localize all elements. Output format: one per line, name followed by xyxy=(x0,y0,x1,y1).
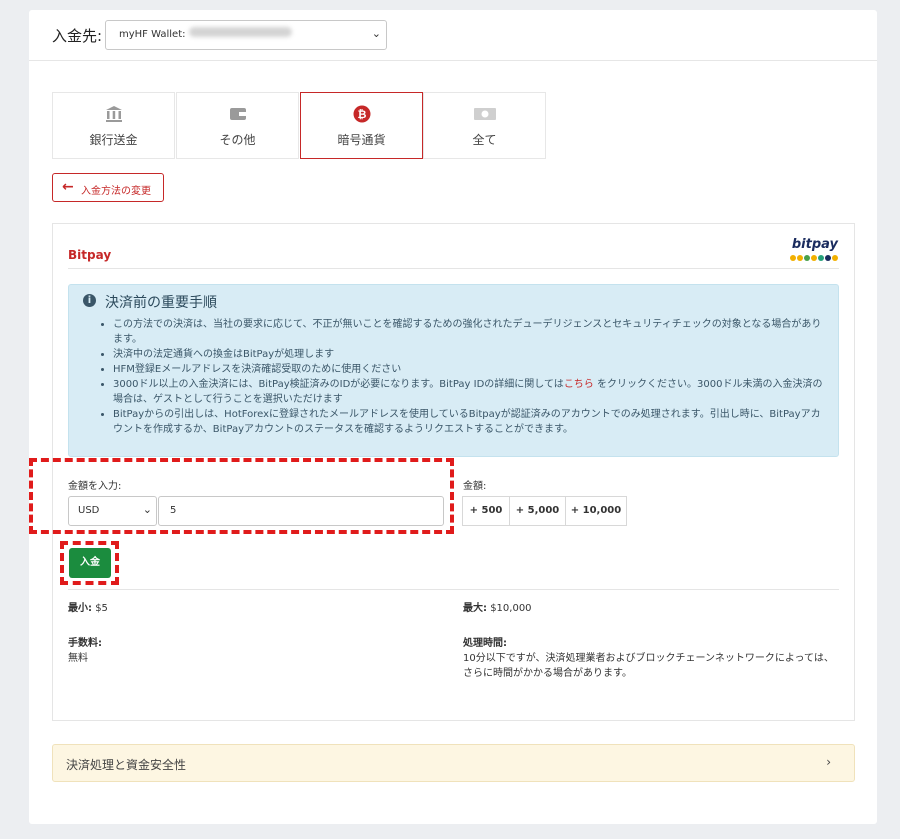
info-item: 3000ドル以上の入金決済には、BitPay検証済みのIDが必要になります。Bi… xyxy=(113,377,825,407)
bank-icon xyxy=(53,104,174,124)
accordion-label: 決済処理と資金安全性 xyxy=(66,758,187,772)
wallet-icon xyxy=(177,104,298,124)
panel-title: Bitpay xyxy=(68,248,112,262)
fee-label: 手数料: xyxy=(68,638,102,649)
info-item: 決済中の法定通貨への換金はBitPayが処理します xyxy=(113,347,825,362)
divider xyxy=(68,268,839,269)
top-bar: 入金先: myHF Wallet: ⌄ xyxy=(29,10,877,61)
min-label: 最小: xyxy=(68,603,92,614)
bitpay-logo: bitpay xyxy=(790,237,838,265)
info-item: BitPayからの引出しは、HotForexに登録されたメールアドレスを使用して… xyxy=(113,407,825,437)
info-item: HFM登録Eメールアドレスを決済確認受取のために使用ください xyxy=(113,362,825,377)
tab-label: 全て xyxy=(472,133,497,147)
bitcoin-icon: ₿ xyxy=(301,104,422,124)
max-amount: 最大: $10,000 xyxy=(463,601,532,616)
info-icon: i xyxy=(83,294,96,307)
wallet-select[interactable]: myHF Wallet: ⌄ xyxy=(105,20,387,50)
max-label: 最大: xyxy=(463,603,487,614)
tab-crypto[interactable]: ₿ 暗号通貨 xyxy=(300,92,423,159)
tab-label: 銀行送金 xyxy=(89,133,138,147)
min-amount: 最小: $5 xyxy=(68,601,108,616)
info-alert: i 決済前の重要手順 この方法での決済は、当社の要求に応じて、不正が無いことを確… xyxy=(68,284,839,457)
info-item: この方法での決済は、当社の要求に応じて、不正が無いことを確認するための強化された… xyxy=(113,317,825,347)
change-method-button[interactable]: ← 入金方法の変更 xyxy=(52,173,164,202)
deposit-card: 入金先: myHF Wallet: ⌄ 銀行送金 その他 ₿ 暗号通貨 全て ←… xyxy=(29,10,877,824)
chevron-down-icon: ⌄ xyxy=(371,27,381,40)
amount-label: 金額を入力: xyxy=(68,481,122,492)
currency-select[interactable]: USD ⌄ xyxy=(68,496,157,526)
add-500-button[interactable]: + 500 xyxy=(462,496,510,526)
coin-dots xyxy=(790,255,838,261)
time-value-line1: 10分以下ですが、決済処理業者およびブロックチェーンネットワークによっては、 xyxy=(463,653,834,664)
tab-label: 暗号通貨 xyxy=(337,133,386,147)
wallet-select-value: myHF Wallet: xyxy=(119,29,186,40)
tab-all[interactable]: 全て xyxy=(423,92,546,159)
divider xyxy=(68,589,839,590)
amount-input-value: 5 xyxy=(170,505,177,516)
tab-other[interactable]: その他 xyxy=(176,92,299,159)
time-value-line2: さらに時間がかかる場合があります。 xyxy=(463,668,632,679)
blurred-wallet-number xyxy=(189,27,292,37)
change-method-label: 入金方法の変更 xyxy=(81,186,151,197)
currency-value: USD xyxy=(78,505,100,516)
add-10000-button[interactable]: + 10,000 xyxy=(565,496,627,526)
bitpay-logo-text: bitpay xyxy=(791,237,838,252)
max-value: $10,000 xyxy=(490,603,532,614)
destination-label: 入金先: xyxy=(52,27,103,45)
processing-time: 処理時間: 10分以下ですが、決済処理業者およびブロックチェーンネットワークによっ… xyxy=(463,636,843,681)
chevron-down-icon: ⌄ xyxy=(142,503,152,516)
payment-security-accordion[interactable]: 決済処理と資金安全性 › xyxy=(52,744,855,782)
deposit-button[interactable]: 入金 xyxy=(69,548,111,578)
chevron-right-icon: › xyxy=(826,755,831,769)
svg-text:₿: ₿ xyxy=(357,108,366,121)
quick-amount-label: 金額: xyxy=(463,481,487,492)
fee-info: 手数料: 無料 xyxy=(68,636,102,666)
time-label: 処理時間: xyxy=(463,638,507,649)
info-item-text: 3000ドル以上の入金決済には、BitPay検証済みのIDが必要になります。Bi… xyxy=(113,379,564,390)
arrow-left-icon: ← xyxy=(62,179,74,195)
fee-value: 無料 xyxy=(68,653,88,664)
info-title: 決済前の重要手順 xyxy=(105,295,217,311)
amount-input[interactable]: 5 xyxy=(158,496,444,526)
tab-label: その他 xyxy=(219,133,256,147)
min-value: $5 xyxy=(95,603,108,614)
add-5000-button[interactable]: + 5,000 xyxy=(509,496,566,526)
tab-bank-transfer[interactable]: 銀行送金 xyxy=(52,92,175,159)
cash-icon xyxy=(424,104,545,124)
info-list: この方法での決済は、当社の要求に応じて、不正が無いことを確認するための強化された… xyxy=(113,317,825,437)
bitpay-id-link[interactable]: こちら xyxy=(564,379,594,390)
